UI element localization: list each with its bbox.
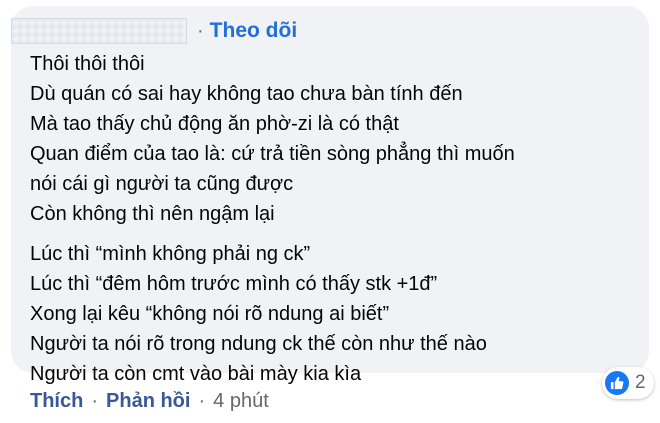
comment-timestamp[interactable]: 4 phút	[213, 390, 269, 413]
comment-line: Còn không thì nên ngậm lại	[30, 203, 275, 225]
comment-line: Thôi thôi thôi	[30, 53, 145, 75]
reaction-count: 2	[635, 372, 646, 393]
header-separator: ·	[197, 19, 204, 42]
comment-line: Xong lại kêu “không nói rõ ndung ai biết…	[30, 303, 390, 325]
comment-screenshot: · Theo dõi Thôi thôi thôi Dù quán có sai…	[0, 0, 660, 423]
comment-actions: Thích · Phản hồi · 4 phút	[30, 386, 269, 416]
comment-body: Thôi thôi thôi Dù quán có sai hay không …	[30, 49, 640, 389]
comment-line: Quan điểm của tao là: cứ trả tiền sòng p…	[30, 143, 515, 165]
redacted-author-name	[11, 18, 187, 44]
action-separator: ·	[91, 389, 99, 412]
like-button[interactable]: Thích	[30, 390, 83, 413]
comment-line: Người ta còn cmt vào bài mày kia kìa	[30, 363, 362, 385]
comment-line: Lúc thì “mình không phải ng ck”	[30, 243, 311, 265]
comment-line: Dù quán có sai hay không tao chưa bàn tí…	[30, 83, 463, 105]
comment-line: Người ta nói rõ trong ndung ck thế còn n…	[30, 333, 487, 355]
reaction-summary[interactable]: 2	[602, 367, 654, 399]
action-separator: ·	[198, 389, 206, 412]
reply-button[interactable]: Phản hồi	[106, 390, 190, 413]
comment-line: nói cái gì người ta cũng được	[30, 173, 294, 195]
comment-line: Mà tao thấy chủ động ăn phờ-zi là có thậ…	[30, 113, 399, 135]
comment-line: Lúc thì “đêm hôm trước mình có thấy stk …	[30, 273, 438, 295]
comment-header: · Theo dõi	[11, 11, 297, 51]
like-icon	[605, 371, 629, 395]
follow-link[interactable]: Theo dõi	[210, 19, 298, 43]
